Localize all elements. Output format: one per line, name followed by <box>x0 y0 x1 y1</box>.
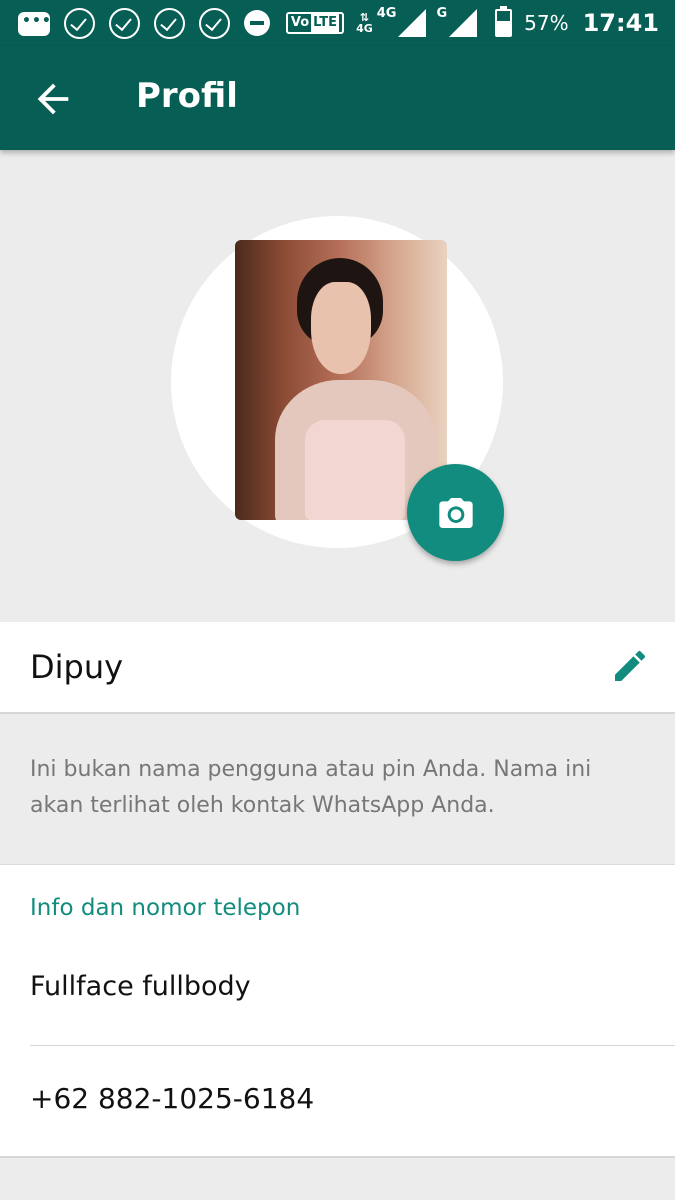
page-title: Profil <box>136 76 238 116</box>
status-bar: Vo LTE ⇅ 4G 4G G 57% 17:41 <box>0 0 675 46</box>
info-section-heading: Info dan nomor telepon <box>30 895 301 921</box>
signal-strength-icon <box>398 9 427 37</box>
edit-name-button[interactable] <box>610 646 650 686</box>
signal-strength-icon <box>449 9 478 37</box>
phone-row: +62 882-1025-6184 <box>0 1046 675 1157</box>
check-circle-icon <box>64 8 95 39</box>
network-g-label: G <box>436 6 448 21</box>
volte-icon: Vo LTE <box>285 12 345 34</box>
change-photo-button[interactable] <box>407 464 504 561</box>
arrow-back-icon <box>37 83 69 115</box>
camera-icon <box>438 497 473 528</box>
info-section: Info dan nomor telepon Fullface fullbody… <box>0 864 675 1158</box>
network-type-label: 4G <box>356 22 373 35</box>
pencil-icon <box>615 650 646 681</box>
battery-fill <box>497 21 511 35</box>
app-bar: Profil <box>0 46 675 150</box>
clock: 17:41 <box>582 9 659 37</box>
network-type-icon: ⇅ 4G <box>356 11 373 35</box>
back-button[interactable] <box>30 76 76 122</box>
about-row[interactable]: Fullface fullbody <box>0 951 675 1045</box>
profile-photo[interactable] <box>235 240 447 520</box>
do-not-disturb-icon <box>243 10 270 36</box>
battery-percent: 57% <box>524 11 569 35</box>
network-4g-label: 4G <box>376 6 397 21</box>
volte-label: Vo <box>290 15 310 30</box>
lte-label: LTE <box>311 14 340 32</box>
phone-number: +62 882-1025-6184 <box>30 1082 315 1115</box>
profile-name-row[interactable]: Dipuy <box>0 622 675 714</box>
message-notification-icon <box>18 11 52 36</box>
name-hint-text: Ini bukan nama pengguna atau pin Anda. N… <box>30 757 592 818</box>
check-circle-icon <box>109 8 140 39</box>
profile-photo-section <box>0 150 675 620</box>
check-circle-icon <box>199 8 230 39</box>
check-circle-icon <box>154 8 185 39</box>
battery-icon <box>495 6 513 37</box>
about-text: Fullface fullbody <box>30 971 251 1002</box>
profile-name: Dipuy <box>30 648 124 686</box>
